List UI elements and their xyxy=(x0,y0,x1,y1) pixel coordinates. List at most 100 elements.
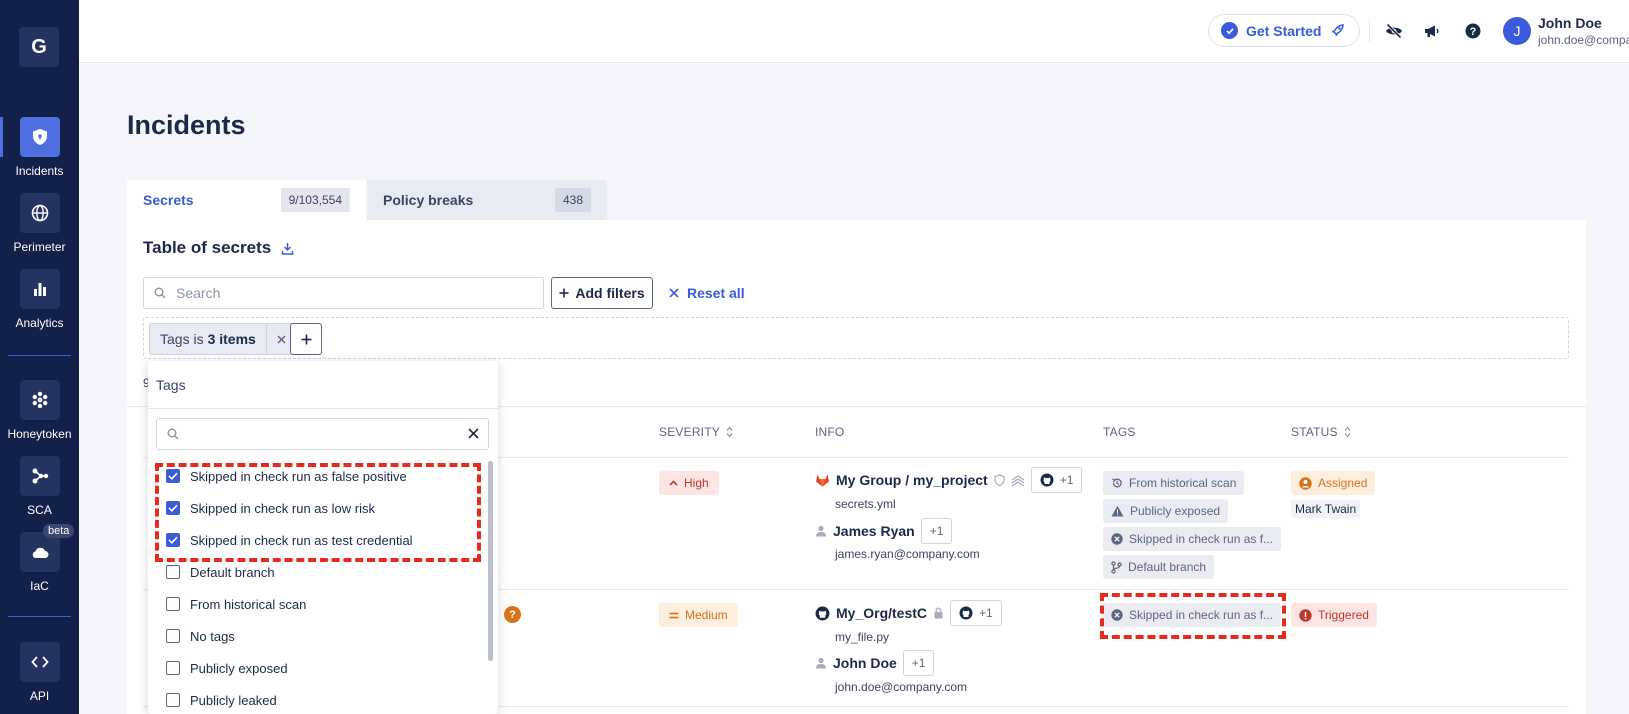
more-developers-button[interactable]: +1 xyxy=(920,518,953,544)
status-badge-assigned: Assigned xyxy=(1291,471,1376,495)
user-name[interactable]: John Doe xyxy=(1538,15,1602,31)
more-developers-button[interactable]: +1 xyxy=(902,650,935,676)
file-path[interactable]: my_file.py xyxy=(835,630,889,644)
top-header: Get Started ? J John Doe john.doe@compan… xyxy=(79,0,1629,63)
sidebar-item-api[interactable]: API xyxy=(0,642,79,703)
globe-icon xyxy=(31,204,48,222)
developer-name[interactable]: James Ryan xyxy=(833,523,915,539)
column-header-tags: TAGS xyxy=(1103,425,1136,439)
sidebar-label: Incidents xyxy=(15,164,64,178)
option-label: Default branch xyxy=(190,564,275,580)
developer-name[interactable]: John Doe xyxy=(833,655,897,671)
tab-policy-breaks[interactable]: Policy breaks 438 xyxy=(367,180,607,220)
sort-icon xyxy=(1344,426,1351,438)
alert-circle-icon xyxy=(1299,608,1312,622)
tag-option-from-historical-scan[interactable]: From historical scan xyxy=(166,594,306,614)
tags-search-input[interactable] xyxy=(156,418,489,450)
sidebar-label: Analytics xyxy=(15,316,64,330)
checkbox-unchecked[interactable] xyxy=(166,629,180,643)
plus-icon xyxy=(301,334,311,344)
honeytoken-icon xyxy=(32,391,47,409)
layers-icon xyxy=(1011,475,1025,487)
sidebar-divider xyxy=(8,616,71,617)
hide-secrets-button[interactable] xyxy=(1383,20,1405,42)
question-icon[interactable]: ? xyxy=(504,606,521,623)
active-filters-zone: Tags is 3 items xyxy=(143,317,1569,359)
bar-chart-icon xyxy=(33,283,46,296)
download-icon[interactable] xyxy=(281,242,294,255)
assignee-name: Mark Twain xyxy=(1291,500,1361,518)
person-icon xyxy=(816,657,826,669)
reset-all-button[interactable]: Reset all xyxy=(669,277,745,309)
option-label: From historical scan xyxy=(190,596,307,612)
developer-info: James Ryan +1 xyxy=(815,518,953,544)
history-icon xyxy=(1112,478,1122,488)
checkbox-unchecked[interactable] xyxy=(166,565,180,579)
get-started-button[interactable]: Get Started xyxy=(1208,14,1360,47)
help-button[interactable]: ? xyxy=(1462,20,1484,42)
announcements-button[interactable] xyxy=(1421,20,1443,42)
sidebar-item-analytics[interactable]: Analytics xyxy=(0,269,79,330)
file-path[interactable]: secrets.yml xyxy=(835,497,896,511)
dropdown-divider xyxy=(148,408,498,409)
app-logo[interactable]: G xyxy=(19,27,59,67)
dropdown-scrollbar[interactable] xyxy=(488,461,493,661)
option-label: Publicly leaked xyxy=(190,692,277,708)
code-icon xyxy=(30,656,49,668)
shield-small-icon xyxy=(994,474,1005,486)
plus-count: +1 xyxy=(979,606,993,620)
sidebar-divider xyxy=(8,355,71,356)
x-circle-icon xyxy=(1111,533,1123,545)
column-header-info: INFO xyxy=(815,425,844,439)
person-icon xyxy=(816,525,826,537)
sidebar-item-iac[interactable]: beta IaC xyxy=(0,524,79,593)
plus-count: +1 xyxy=(911,656,926,670)
add-filters-label: Add filters xyxy=(575,285,645,301)
tag-skipped-in-check-run: Skipped in check run as f... xyxy=(1103,527,1282,551)
plus-count: +1 xyxy=(1059,473,1074,487)
column-label: INFO xyxy=(815,425,845,439)
tab-secrets[interactable]: Secrets 9/103,554 xyxy=(127,180,366,220)
shield-icon xyxy=(32,129,47,145)
checkbox-unchecked[interactable] xyxy=(166,661,180,675)
checkbox-unchecked[interactable] xyxy=(166,693,180,707)
repo-name-link[interactable]: My_Org/testC xyxy=(836,605,927,621)
checkbox-unchecked[interactable] xyxy=(166,597,180,611)
git-branch-icon xyxy=(1111,560,1122,574)
repo-name-link[interactable]: My Group / my_project xyxy=(836,472,988,488)
tag-option-no-tags[interactable]: No tags xyxy=(166,626,235,646)
more-sources-button[interactable]: +1 xyxy=(1030,467,1083,493)
plus-count: +1 xyxy=(929,524,944,538)
check-circle-icon xyxy=(1221,22,1238,39)
chip-body[interactable]: Tags is 3 items xyxy=(149,323,267,355)
sidebar-item-incidents[interactable]: Incidents xyxy=(0,117,79,178)
sidebar-item-perimeter[interactable]: Perimeter xyxy=(0,193,79,254)
tag-label: Skipped in check run as f... xyxy=(1129,532,1274,546)
github-icon xyxy=(815,606,830,620)
tag-option-publicly-leaked[interactable]: Publicly leaked xyxy=(166,690,277,710)
chip-value: 3 items xyxy=(207,331,256,347)
column-header-severity[interactable]: SEVERITY xyxy=(659,425,733,439)
rocket-icon xyxy=(1331,23,1345,36)
add-filter-plus-button[interactable] xyxy=(290,323,322,355)
search-input[interactable]: Search xyxy=(143,277,544,309)
more-sources-button[interactable]: +1 xyxy=(950,600,1002,626)
tag-option-publicly-exposed[interactable]: Publicly exposed xyxy=(166,658,288,678)
close-icon xyxy=(277,335,286,343)
lock-icon xyxy=(934,607,943,619)
tag-option-default-branch[interactable]: Default branch xyxy=(166,562,275,582)
chip-prefix: Tags is xyxy=(160,331,204,347)
table-title-text: Table of secrets xyxy=(143,238,272,257)
sidebar-item-sca[interactable]: SCA xyxy=(0,456,79,517)
column-header-status[interactable]: STATUS xyxy=(1291,425,1351,439)
user-avatar[interactable]: J xyxy=(1503,17,1531,45)
add-filters-button[interactable]: Add filters xyxy=(551,277,653,309)
developer-email: john.doe@company.com xyxy=(835,680,968,694)
column-label: SEVERITY xyxy=(659,425,720,439)
developer-email: james.ryan@company.com xyxy=(835,547,980,561)
sidebar-item-honeytoken[interactable]: Honeytoken xyxy=(0,380,79,441)
status-label: Assigned xyxy=(1318,476,1368,490)
tags-filter-chip[interactable]: Tags is 3 items xyxy=(149,323,297,355)
clear-search-icon[interactable] xyxy=(467,427,480,440)
tab-label: Secrets xyxy=(143,192,194,208)
